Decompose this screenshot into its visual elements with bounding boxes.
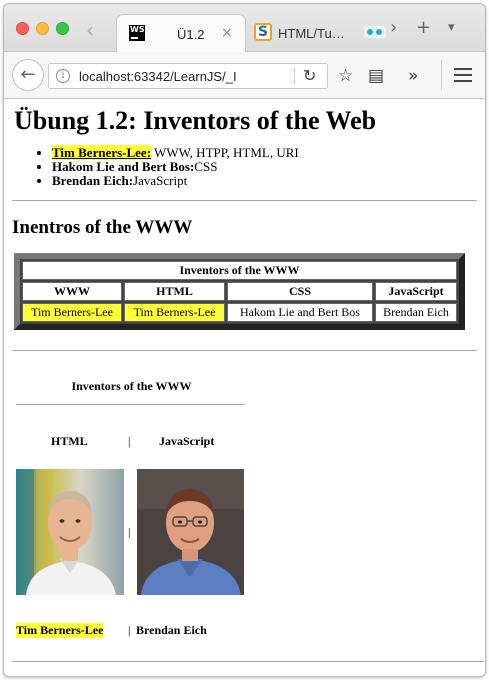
inventor-name: Hakom Lie and Bert Bos: xyxy=(52,159,195,174)
table-row: Tim Berners-Lee Tim Berners-Lee Hakom Li… xyxy=(22,303,457,322)
flickr-icon xyxy=(364,26,386,38)
tab-selfhtml[interactable]: S HTML/Tu… xyxy=(248,14,358,52)
tab-title: Ü1.2 xyxy=(177,27,205,42)
divider xyxy=(12,661,484,662)
back-button[interactable]: ← xyxy=(12,59,44,91)
photo-caption-name: Tim Berners-Lee xyxy=(16,623,104,638)
hamburger-menu-icon[interactable] xyxy=(454,68,472,86)
photo-caption-name: Brendan Eich xyxy=(136,623,207,637)
browser-window: ‹ WS Ü1.2 × S HTML/Tu… › + ▾ ← i localho… xyxy=(3,3,486,677)
picture-column-header: JavaScript xyxy=(159,434,215,448)
list-item: Tim Berners-Lee: WWW, HTPP, HTML, URI xyxy=(52,145,477,160)
column-header: WWW xyxy=(22,282,122,301)
page-title: Übung 1.2: Inventors of the Web xyxy=(14,106,377,135)
caption-separator: | xyxy=(128,623,131,637)
new-tab-button[interactable]: + xyxy=(416,17,431,38)
info-icon[interactable]: i xyxy=(56,69,70,83)
inventor-contribution: CSS xyxy=(194,159,218,174)
url-bar[interactable]: i localhost:63342/LearnJS/_I ↻ xyxy=(48,63,328,89)
overflow-menu-icon[interactable]: » xyxy=(408,66,418,86)
inventor-name-link[interactable]: Tim Berners-Lee: xyxy=(52,145,152,160)
table-caption-row: Inventors of the WWW xyxy=(22,261,457,280)
pictures-section: Inventors of the WWW HTML | JavaScript |… xyxy=(4,355,485,675)
reading-list-icon[interactable]: ▤ xyxy=(368,66,384,86)
list-item: Brendan Eich:JavaScript xyxy=(52,174,477,188)
inventor-contribution: WWW, HTPP, HTML, URI xyxy=(151,145,299,160)
navigation-bar: ← i localhost:63342/LearnJS/_I ↻ ☆ ▤ » xyxy=(4,52,485,99)
table-cell: Hakom Lie and Bert Bos xyxy=(227,303,373,322)
pictures-divider xyxy=(16,404,245,405)
url-text[interactable]: localhost:63342/LearnJS/_I xyxy=(79,69,259,84)
minimize-window-button[interactable] xyxy=(36,22,49,35)
table-cell: Tim Berners-Lee xyxy=(124,303,225,322)
column-separator: | xyxy=(128,434,131,448)
inventors-list: Tim Berners-Lee: WWW, HTPP, HTML, URI Ha… xyxy=(12,145,477,188)
divider xyxy=(12,200,477,201)
tab-strip: ‹ WS Ü1.2 × S HTML/Tu… › + ▾ xyxy=(4,4,485,52)
pictures-title: Inventors of the WWW xyxy=(71,379,192,393)
inventor-contribution: JavaScript xyxy=(133,173,188,188)
table-cell: Brendan Eich xyxy=(375,303,457,322)
tab-active[interactable]: WS Ü1.2 × xyxy=(116,14,246,52)
tab-scroll-right-icon[interactable]: › xyxy=(390,17,397,38)
reload-icon[interactable]: ↻ xyxy=(303,66,316,85)
selfhtml-icon: S xyxy=(254,23,272,41)
close-window-button[interactable] xyxy=(16,22,29,35)
tab-close-icon[interactable]: × xyxy=(221,25,233,41)
toolbar-divider xyxy=(441,60,442,90)
inventor-name: Brendan Eich: xyxy=(52,173,134,188)
divider xyxy=(12,350,477,351)
section-title: Inentros of the WWW xyxy=(12,217,193,238)
table-header-row: WWW HTML CSS JavaScript xyxy=(22,282,457,301)
tab-list-menu-icon[interactable]: ▾ xyxy=(448,20,455,35)
inventors-table: Inventors of the WWW WWW HTML CSS JavaSc… xyxy=(14,253,465,330)
picture-column-header: HTML xyxy=(51,434,88,448)
url-divider xyxy=(294,68,295,84)
webstorm-icon: WS xyxy=(129,25,145,41)
tab-scroll-left-icon[interactable]: ‹ xyxy=(86,18,94,42)
column-header: HTML xyxy=(124,282,225,301)
table-caption: Inventors of the WWW xyxy=(22,261,457,280)
zoom-window-button[interactable] xyxy=(56,22,69,35)
tab-flickr[interactable] xyxy=(360,14,388,52)
list-item: Hakom Lie and Bert Bos:CSS xyxy=(52,160,477,174)
brendan-eich-photo xyxy=(137,469,244,595)
tim-berners-lee-photo xyxy=(16,469,124,595)
column-header: CSS xyxy=(227,282,373,301)
table-cell: Tim Berners-Lee xyxy=(22,303,122,322)
tab-title: HTML/Tu… xyxy=(278,26,345,41)
column-header: JavaScript xyxy=(375,282,457,301)
page-content: Übung 1.2: Inventors of the Web Tim Bern… xyxy=(4,100,485,676)
photo-separator: | xyxy=(128,525,131,539)
bookmark-star-icon[interactable]: ☆ xyxy=(338,66,353,86)
